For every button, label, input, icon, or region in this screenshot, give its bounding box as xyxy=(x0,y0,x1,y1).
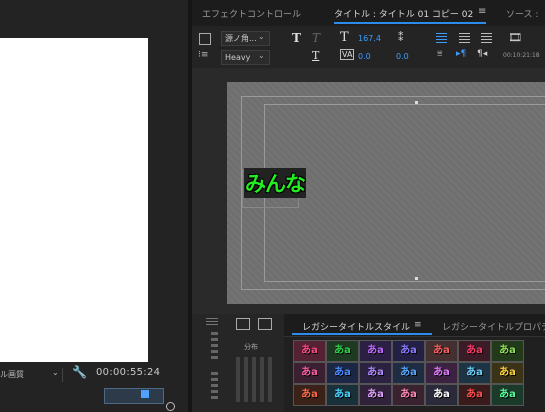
playhead-icon[interactable] xyxy=(141,390,149,398)
wrench-icon[interactable]: 🔧 xyxy=(72,365,87,379)
tab-title[interactable]: タイトル : タイトル 01 コピー 02 xyxy=(334,7,473,20)
chevron-down-icon[interactable]: ⌄ xyxy=(52,368,59,377)
kerning-icon: VA xyxy=(340,49,355,60)
style-swatch[interactable]: あa xyxy=(326,362,359,384)
style-swatch[interactable]: あa xyxy=(359,340,392,362)
program-monitor-frame xyxy=(0,38,148,362)
background-timecode: 00:10:21:18 xyxy=(503,52,540,59)
font-size-icon: T xyxy=(340,30,349,45)
style-swatch[interactable]: あa xyxy=(425,384,458,406)
panel-menu-icon[interactable]: ≡ xyxy=(414,320,422,330)
align-icon[interactable] xyxy=(211,372,218,402)
center-marker xyxy=(415,101,418,104)
chevron-down-icon[interactable]: ⌄ xyxy=(258,32,265,41)
align-icon[interactable] xyxy=(206,318,218,327)
style-swatch[interactable]: あa xyxy=(458,384,491,406)
title-text-object[interactable]: みんな xyxy=(244,168,306,198)
style-swatch[interactable]: あa xyxy=(359,362,392,384)
font-size-value[interactable]: 167.4 xyxy=(358,34,381,43)
style-swatch[interactable]: あa xyxy=(392,340,425,362)
tab-legacy-title-properties[interactable]: レガシータイトルプロパテ xyxy=(442,320,545,333)
italic-icon[interactable]: T xyxy=(312,31,320,45)
style-swatch[interactable]: あa xyxy=(425,340,458,362)
style-swatch[interactable]: あa xyxy=(458,340,491,362)
chevron-down-icon[interactable]: ⌄ xyxy=(258,51,265,60)
distribute-label: 分布 xyxy=(244,343,258,351)
style-swatch[interactable]: あa xyxy=(293,384,326,406)
align-center-icon[interactable] xyxy=(459,33,470,43)
zoom-handle-icon[interactable] xyxy=(166,402,175,411)
align-right-icon[interactable] xyxy=(481,33,492,43)
paragraph-ltr-icon[interactable]: ▸¶ xyxy=(456,49,466,59)
style-swatch[interactable]: あa xyxy=(326,384,359,406)
tracking-value[interactable]: 0.0 xyxy=(396,52,409,61)
align-left-icon[interactable] xyxy=(436,33,447,43)
tab-stops-icon[interactable]: ⁝≡ xyxy=(198,50,208,60)
style-swatch[interactable]: あa xyxy=(293,340,326,362)
style-swatch[interactable]: あa xyxy=(425,362,458,384)
paragraph-icon[interactable]: ¶◂ xyxy=(477,49,487,59)
center-marker xyxy=(415,277,418,280)
tab-source[interactable]: ソース : xyxy=(506,7,538,20)
roll-crawl-icon[interactable] xyxy=(199,33,211,45)
panel-menu-icon[interactable]: ≡ xyxy=(478,6,486,17)
safe-title-margin xyxy=(264,104,545,282)
mini-timeline-bar[interactable] xyxy=(104,388,164,404)
style-swatch[interactable]: あa xyxy=(293,362,326,384)
style-swatch[interactable]: あa xyxy=(491,384,524,406)
style-swatch[interactable]: あa xyxy=(491,340,524,362)
style-swatch[interactable]: あa xyxy=(326,340,359,362)
leading-icon: ⁑ xyxy=(398,31,404,44)
bold-icon[interactable]: T xyxy=(292,31,301,45)
center-vertical-icon[interactable] xyxy=(258,318,272,330)
center-horizontal-icon[interactable] xyxy=(236,318,250,330)
underline-icon[interactable]: T xyxy=(312,49,319,62)
background-video-icon[interactable]: 🎞 xyxy=(508,31,522,44)
align-icon[interactable] xyxy=(211,332,218,362)
active-tab-indicator xyxy=(292,333,432,335)
baseline-icon[interactable]: ⩸ xyxy=(437,49,442,59)
style-swatch[interactable]: あa xyxy=(392,384,425,406)
style-swatch[interactable]: あa xyxy=(359,384,392,406)
active-tab-indicator xyxy=(334,22,486,24)
tab-legacy-title-styles[interactable]: レガシータイトルスタイル xyxy=(302,320,410,333)
style-swatch[interactable]: あa xyxy=(458,362,491,384)
style-swatch[interactable]: あa xyxy=(491,362,524,384)
distribute-icons[interactable] xyxy=(236,357,272,402)
style-swatch[interactable]: あa xyxy=(392,362,425,384)
program-timecode[interactable]: 00:00:55:24 xyxy=(96,367,160,378)
kerning-value[interactable]: 0.0 xyxy=(358,52,371,61)
tab-effect-controls[interactable]: エフェクトコントロール xyxy=(202,7,301,20)
